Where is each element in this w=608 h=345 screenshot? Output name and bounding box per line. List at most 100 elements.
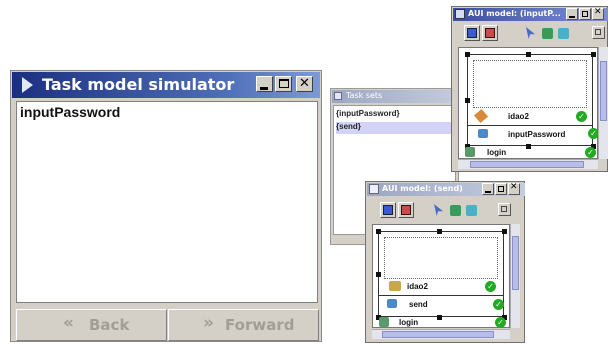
minimize-button[interactable]: [566, 8, 578, 20]
aui-app-icon: [455, 9, 465, 19]
scrollbar-thumb[interactable]: [512, 236, 519, 290]
action-tool-icon[interactable]: [466, 205, 477, 216]
handle[interactable]: [376, 229, 381, 234]
save-button[interactable]: [464, 25, 480, 41]
list-item-selected[interactable]: {send}: [336, 122, 454, 134]
window-title: Task model simulator: [42, 75, 235, 94]
container-box[interactable]: idao2 ✓ inputPassword ✓: [467, 54, 599, 146]
handle[interactable]: [437, 229, 442, 234]
handle[interactable]: [376, 272, 381, 277]
close-icon: ✕: [299, 76, 310, 91]
maximize-icon: [279, 79, 289, 88]
scrollbar-thumb[interactable]: [382, 331, 494, 338]
minimize-button[interactable]: [256, 76, 273, 92]
row-label[interactable]: login: [399, 318, 418, 327]
save-icon: [467, 28, 477, 38]
forward-label: Forward: [225, 316, 295, 334]
handle[interactable]: [591, 52, 596, 57]
pointer-tool-icon[interactable]: [526, 27, 535, 39]
check-icon: ✓: [493, 299, 504, 310]
forward-arrow-icon: »: [203, 313, 214, 333]
aui-canvas: idao2 ✓ send ✓ login ✓: [372, 224, 510, 328]
login-icon: [465, 147, 475, 157]
vertical-scrollbar[interactable]: [510, 224, 520, 328]
maximize-icon: [498, 186, 504, 192]
window-title: Task sets: [346, 91, 383, 100]
row-label[interactable]: idao2: [407, 282, 428, 291]
close-icon: ✕: [510, 182, 518, 192]
row-label[interactable]: login: [487, 148, 506, 157]
minimize-icon: [260, 87, 268, 90]
zoom-icon: [501, 206, 507, 212]
row-label[interactable]: send: [409, 300, 428, 309]
zoom-button[interactable]: [592, 26, 605, 39]
scrollbar-thumb[interactable]: [600, 61, 607, 121]
login-icon: [379, 317, 389, 327]
back-button[interactable]: « Back: [16, 309, 167, 341]
send-icon: [387, 299, 397, 308]
title-bar[interactable]: AUI model: (inputP... ✕: [453, 7, 608, 21]
row-label[interactable]: inputPassword: [508, 130, 565, 139]
aui-canvas: idao2 ✓ inputPassword ✓ login ✓: [458, 47, 599, 159]
title-bar[interactable]: Task model simulator ✕: [12, 72, 320, 98]
check-icon: ✓: [585, 147, 596, 158]
layout-tool-icon[interactable]: [450, 205, 461, 216]
maximize-button[interactable]: [495, 183, 507, 195]
forward-button[interactable]: » Forward: [168, 309, 319, 341]
minimize-icon: [569, 16, 575, 18]
divider: [379, 295, 503, 296]
maximize-button[interactable]: [275, 76, 292, 92]
aui-app-icon: [369, 184, 379, 194]
window-title: AUI model: (inputP...: [468, 9, 561, 18]
horizontal-scrollbar[interactable]: [372, 329, 510, 339]
handle[interactable]: [502, 229, 507, 234]
handle[interactable]: [437, 315, 442, 320]
layout-tool-icon[interactable]: [542, 28, 553, 39]
close-button[interactable]: ✕: [592, 7, 604, 20]
scrollbar-thumb[interactable]: [470, 161, 584, 168]
aui-model-window-bottom: AUI model: (send) ✕ idao2 ✓ send ✓ login…: [365, 181, 525, 343]
group-box[interactable]: [473, 60, 587, 108]
close-button[interactable]: ✕: [508, 182, 520, 195]
row-label[interactable]: idao2: [508, 112, 529, 121]
title-bar[interactable]: AUI model: (send) ✕: [367, 182, 525, 196]
handle[interactable]: [526, 144, 531, 149]
pointer-tool-icon[interactable]: [434, 204, 443, 216]
save-button[interactable]: [380, 202, 396, 218]
print-button[interactable]: [398, 202, 414, 218]
back-label: Back: [89, 316, 130, 334]
horizontal-scrollbar[interactable]: [458, 159, 598, 169]
title-bar[interactable]: Task sets: [332, 90, 457, 103]
minimize-button[interactable]: [482, 183, 494, 195]
handle[interactable]: [465, 98, 470, 103]
close-icon: ✕: [594, 7, 602, 17]
maximize-button[interactable]: [579, 8, 591, 20]
print-icon: [401, 205, 411, 215]
current-task-text: inputPassword: [20, 104, 121, 120]
minimize-icon: [485, 191, 491, 193]
app-arrow-icon: [22, 77, 33, 93]
handle[interactable]: [526, 52, 531, 57]
check-icon: ✓: [485, 281, 496, 292]
group-box[interactable]: [384, 237, 498, 279]
check-icon: ✓: [495, 317, 506, 328]
handle[interactable]: [465, 52, 470, 57]
task-display: inputPassword: [16, 101, 318, 303]
container-box[interactable]: idao2 ✓ send ✓: [378, 231, 504, 317]
print-button[interactable]: [482, 25, 498, 41]
close-button[interactable]: ✕: [296, 76, 313, 92]
print-icon: [485, 28, 495, 38]
input-icon: [478, 129, 488, 138]
maximize-icon: [582, 11, 588, 17]
aui-model-window-top: AUI model: (inputP... ✕ idao2 ✓ inputPas…: [451, 6, 608, 172]
save-icon: [383, 205, 393, 215]
vertical-scrollbar[interactable]: [598, 47, 608, 159]
zoom-icon: [595, 29, 601, 35]
zoom-button[interactable]: [498, 203, 511, 216]
divider: [468, 125, 592, 126]
action-tool-icon[interactable]: [558, 28, 569, 39]
list-item[interactable]: {inputPassword}: [336, 109, 454, 121]
edit-field-icon: [473, 108, 489, 124]
check-icon: ✓: [576, 111, 587, 122]
app-icon: [334, 92, 342, 100]
